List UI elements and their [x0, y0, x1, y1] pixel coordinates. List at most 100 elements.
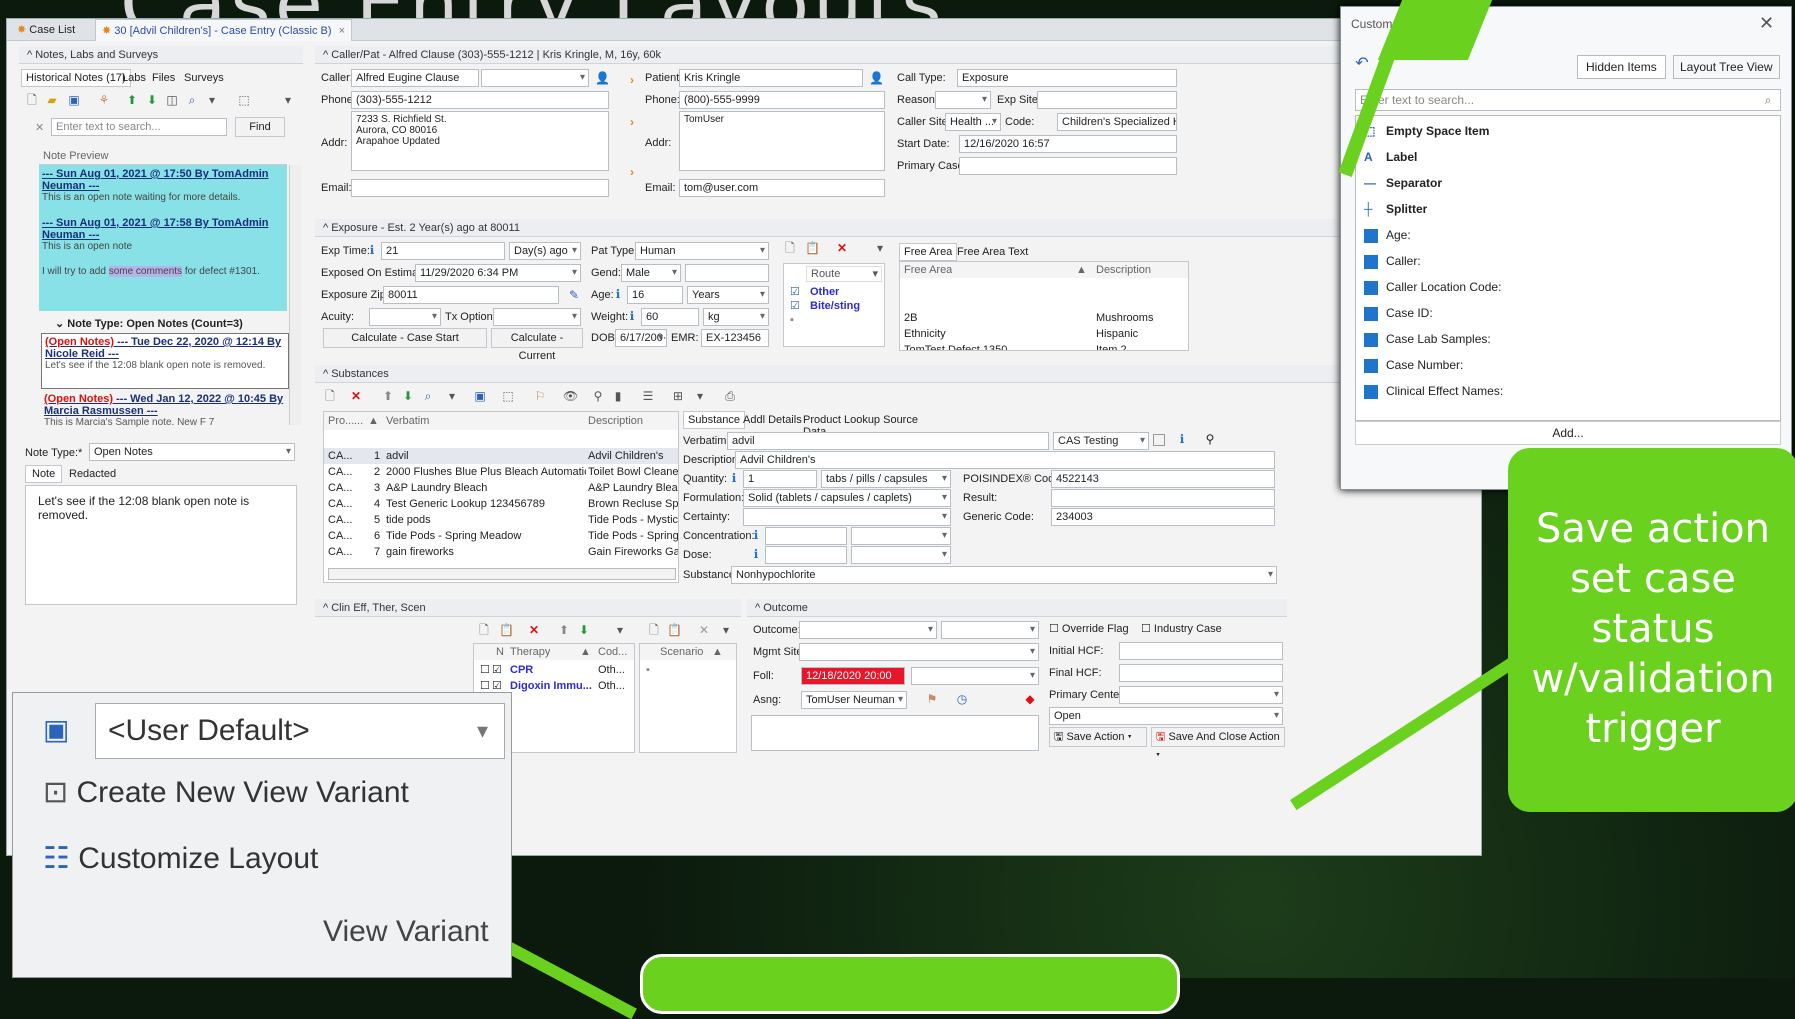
certainty-select[interactable]: [743, 508, 951, 526]
folder-icon[interactable]: ▰: [45, 93, 59, 107]
gender-select[interactable]: Male: [621, 264, 681, 282]
add-item-button[interactable]: Add...: [1355, 421, 1781, 445]
arrow-down-icon[interactable]: ⬇: [401, 389, 415, 403]
info-icon[interactable]: ℹ: [625, 309, 639, 323]
table-row[interactable]: CA... 5 tide pods Tide Pods - Mystic F: [324, 512, 678, 528]
generic-code-field[interactable]: 234003: [1051, 508, 1275, 526]
dose-unit-select[interactable]: [851, 546, 951, 564]
note-group-header[interactable]: ⌄ Note Type: Open Notes (Count=3): [55, 317, 243, 330]
clin-panel-header[interactable]: ^ Clin Eff, Ther, Scen: [315, 599, 741, 617]
new-icon[interactable]: 🗋: [477, 623, 491, 637]
call-type-field[interactable]: Exposure: [957, 69, 1177, 87]
note-type-select[interactable]: Open Notes: [89, 443, 295, 461]
exp-site-field[interactable]: [1037, 91, 1177, 109]
industry-case-checkbox[interactable]: ☐ Industry Case: [1141, 622, 1222, 635]
window-icon[interactable]: ▣: [473, 389, 487, 403]
create-view-variant-item[interactable]: ⊡ Create New View Variant: [43, 775, 409, 810]
info-icon[interactable]: ℹ: [611, 287, 625, 301]
notes-scrollbar[interactable]: [289, 165, 301, 425]
new-icon[interactable]: 🗋: [647, 623, 661, 637]
table-row[interactable]: CA... 2 2000 Flushes Blue Plus Bleach Auto…: [324, 464, 678, 480]
delete-icon[interactable]: ✕: [835, 241, 849, 255]
list-icon[interactable]: ☰: [641, 389, 655, 403]
quantity-unit-select[interactable]: tabs / pills / capsules: [821, 470, 951, 488]
concentration-unit-select[interactable]: [851, 527, 951, 545]
info-icon[interactable]: ℹ: [365, 243, 379, 257]
note-item[interactable]: (Open Notes) --- Wed Jan 12, 2022 @ 10:4…: [41, 391, 289, 429]
close-icon[interactable]: ×: [339, 25, 345, 37]
chevron-right-icon[interactable]: ›: [625, 115, 639, 129]
tab-case-list[interactable]: ✸ Case List: [11, 19, 81, 41]
table-row[interactable]: Ethnicity Hispanic: [900, 326, 1188, 342]
chevron-down-icon[interactable]: ▾: [281, 93, 295, 107]
hidden-item[interactable]: Case Lab Samples:: [1356, 328, 1780, 350]
chevron-down-icon[interactable]: ▾: [693, 389, 707, 403]
emr-field[interactable]: EX-123456: [701, 329, 769, 347]
reason-select[interactable]: [935, 91, 991, 109]
notes-search-input[interactable]: Enter text to search...: [51, 118, 227, 136]
save-action-button[interactable]: 🖫 Save Action ▾: [1049, 727, 1147, 747]
window-icon[interactable]: ▣: [67, 93, 81, 107]
poisindex-field[interactable]: 4522143: [1051, 470, 1275, 488]
patient-address-field[interactable]: TomUser: [679, 111, 885, 171]
primary-center-select[interactable]: [1119, 686, 1283, 704]
note-item[interactable]: (Open Notes) --- Tue Dec 22, 2020 @ 12:1…: [41, 333, 289, 389]
clipboard-icon[interactable]: 📋: [805, 241, 820, 255]
tab-historical-notes[interactable]: Historical Notes (17): [21, 69, 131, 87]
caller-phone-field[interactable]: (303)-555-1212: [351, 91, 609, 109]
group-icon[interactable]: ⚐: [533, 389, 547, 403]
tab-substance[interactable]: Substance: [683, 411, 745, 429]
table-row[interactable]: CA... 1 advil Advil Children's: [324, 448, 678, 464]
acuity-select[interactable]: [369, 308, 441, 326]
clipboard-icon[interactable]: 📋: [499, 623, 514, 637]
caller-field[interactable]: Alfred Eugine Clause: [351, 69, 479, 87]
horizontal-scrollbar[interactable]: [328, 568, 676, 580]
table-row[interactable]: CA...7gain fireworksGain Fireworks Gain: [324, 544, 678, 560]
new-icon[interactable]: 🗋: [783, 241, 797, 255]
person-icon[interactable]: 👤: [869, 71, 884, 85]
binoculars-icon[interactable]: ⚲: [1203, 432, 1217, 446]
outcome-select[interactable]: [799, 621, 937, 639]
follow-up-field[interactable]: 12/18/2020 20:00: [801, 667, 905, 685]
tab-addl-details[interactable]: Addl Details: [741, 411, 804, 429]
preview-icon[interactable]: ⎙: [723, 389, 737, 403]
chevron-right-icon[interactable]: ›: [625, 165, 639, 179]
checkbox[interactable]: [1153, 434, 1165, 446]
new-icon[interactable]: 🗋: [323, 389, 337, 403]
table-row[interactable]: 2B Mushrooms: [900, 310, 1188, 326]
tab-note[interactable]: Note: [25, 465, 63, 483]
view-variant-select[interactable]: <User Default> ▾: [95, 703, 505, 759]
tab-surveys[interactable]: Surveys: [181, 69, 227, 87]
export-icon[interactable]: ⬚: [501, 389, 515, 403]
close-icon[interactable]: ✕: [1759, 13, 1774, 34]
substances-panel-header[interactable]: ^ Substances: [315, 365, 1475, 383]
outcome-extra-select[interactable]: [941, 621, 1039, 639]
patient-email-field[interactable]: tom@user.com: [679, 179, 885, 197]
gender-extra-field[interactable]: [685, 264, 769, 282]
arrow-up-icon[interactable]: ⬆: [557, 623, 571, 637]
delete-icon[interactable]: ✕: [697, 623, 711, 637]
substance-select[interactable]: Nonhypochlorite: [731, 566, 1277, 584]
arrow-down-icon[interactable]: ⬇: [577, 623, 591, 637]
mgmt-site-select[interactable]: [799, 643, 1039, 661]
tab-files[interactable]: Files: [149, 69, 178, 87]
clipboard-icon[interactable]: 📋: [667, 623, 682, 637]
customize-layout-item[interactable]: ☷ Customize Layout: [43, 841, 318, 876]
tree-icon[interactable]: ⚘: [97, 93, 111, 107]
caller-site-select[interactable]: Health ...: [945, 113, 1001, 131]
exp-time-unit-select[interactable]: Day(s) ago: [509, 242, 581, 260]
caller-address-field[interactable]: 7233 S. Richfield St. Aurora, CO 80016 Ara…: [351, 111, 609, 171]
follow-up-extra-select[interactable]: [911, 667, 1039, 685]
outcome-notes-field[interactable]: [751, 715, 1039, 751]
table-row[interactable]: CA... 4 Test Generic Lookup 123456789 Brown…: [324, 496, 678, 512]
tab-labs[interactable]: Labs: [119, 69, 149, 87]
delete-icon[interactable]: ✕: [527, 623, 541, 637]
description-field[interactable]: Advil Children's: [735, 451, 1275, 469]
arrow-down-icon[interactable]: ⬇: [145, 93, 159, 107]
tx-option-select[interactable]: [493, 308, 581, 326]
new-icon[interactable]: 🗋: [25, 93, 39, 107]
hidden-item[interactable]: Caller:: [1356, 250, 1780, 272]
chevron-right-icon[interactable]: ›: [625, 73, 639, 87]
customization-search-input[interactable]: Enter text to search...: [1355, 89, 1781, 111]
chevron-down-icon[interactable]: ▾: [613, 623, 627, 637]
